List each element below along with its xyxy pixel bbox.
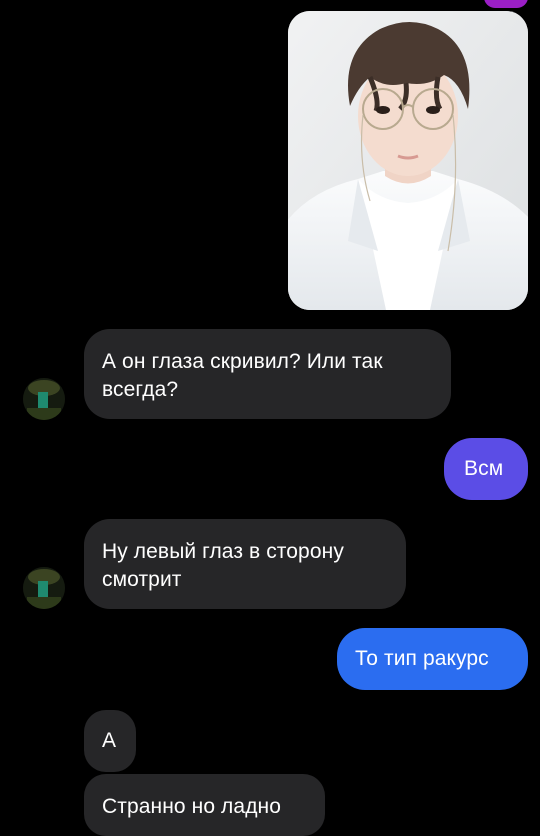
message-bubble-incoming[interactable]: Ну левый глаз в сторону смотрит	[84, 519, 406, 609]
message-text: То тип ракурс	[355, 647, 489, 670]
message-text: Всм	[464, 457, 504, 480]
message-bubble-incoming[interactable]: А он глаза скривил? Или так всегда?	[84, 329, 451, 419]
previous-message-bubble[interactable]	[484, 0, 528, 8]
message-bubble-outgoing[interactable]: То тип ракурс	[337, 628, 528, 690]
message-text: А	[102, 729, 117, 752]
photo-message[interactable]	[288, 11, 528, 310]
contact-avatar[interactable]	[23, 567, 65, 609]
message-text: Ну левый глаз в сторону смотрит	[102, 540, 344, 591]
contact-avatar[interactable]	[23, 378, 65, 420]
message-bubble-incoming[interactable]: Странно но ладно	[84, 774, 325, 836]
message-bubble-incoming[interactable]: А	[84, 710, 136, 772]
avatar-photo-icon	[23, 378, 65, 420]
avatar-photo-icon	[23, 567, 65, 609]
message-bubble-outgoing[interactable]: Всм	[444, 438, 528, 500]
photo-person-with-glasses-icon	[288, 11, 528, 310]
message-text: Странно но ладно	[102, 795, 282, 818]
chat-thread: А он глаза скривил? Или так всегда? Всм …	[0, 0, 540, 836]
message-text: А он глаза скривил? Или так всегда?	[102, 350, 383, 401]
